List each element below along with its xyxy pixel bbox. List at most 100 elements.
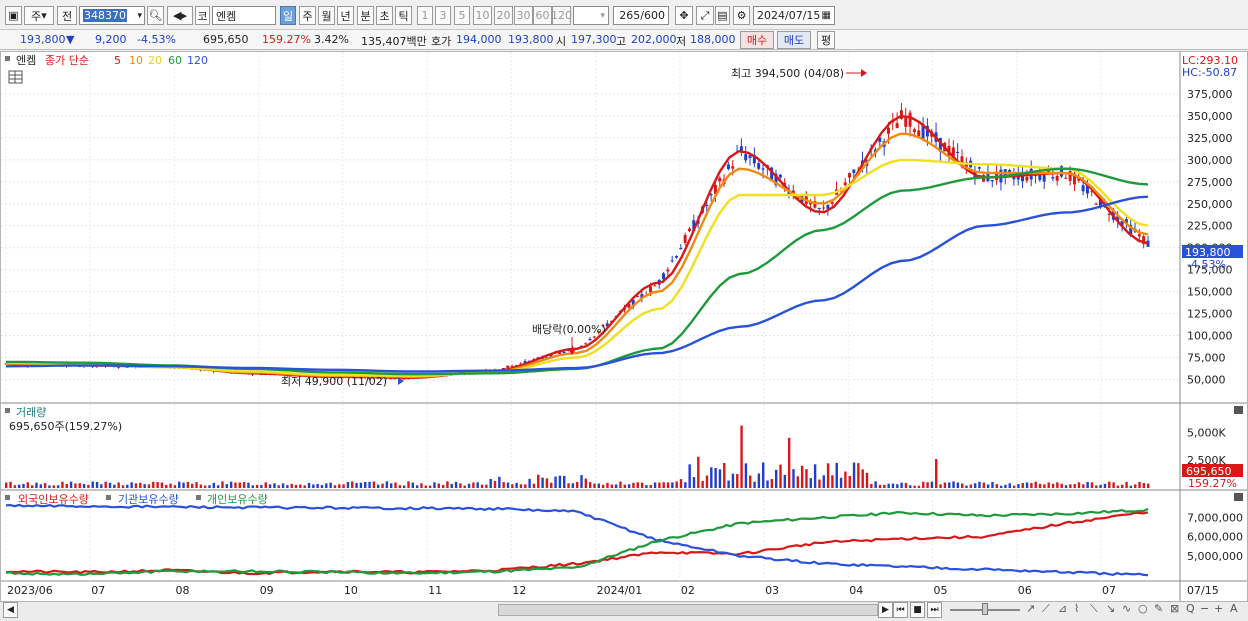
volume-bar	[178, 481, 181, 488]
volume-ratio: 159.27%	[262, 33, 311, 46]
candle-body	[912, 129, 916, 132]
fibonacci-icon[interactable]: ⌇	[1074, 602, 1079, 615]
volume-bar	[433, 482, 436, 488]
cycle-icon[interactable]: ∿	[1122, 602, 1131, 615]
interval-5[interactable]: 5	[454, 6, 470, 25]
volume-bar	[411, 482, 415, 488]
chart-svg[interactable]: 5,000K2,500K 7,000,0006,000,0005,000,000…	[1, 52, 1247, 601]
interval-60[interactable]: 60	[533, 6, 552, 25]
volume-bar	[1004, 484, 1007, 488]
high-annotation: 최고 394,500 (04/08)	[731, 67, 844, 80]
interval-input[interactable]: ▾	[573, 6, 609, 25]
period-year-tab[interactable]: 년	[337, 6, 354, 25]
high-label: 고	[616, 35, 627, 48]
period-second-tab[interactable]: 초	[376, 6, 393, 25]
draw-line-icon[interactable]: ↗	[1026, 602, 1035, 615]
buy-button[interactable]: 매수	[740, 31, 774, 49]
volume-bar	[1043, 484, 1046, 488]
volume-pane-close-icon[interactable]	[1234, 406, 1243, 414]
volume-bar	[1095, 485, 1098, 488]
interval-30[interactable]: 30	[514, 6, 533, 25]
scroll-right-icon[interactable]: ▶	[878, 602, 893, 618]
zoom-slider-handle[interactable]	[982, 603, 988, 615]
text-tool-icon[interactable]: A	[1230, 602, 1238, 615]
low-price: 188,000	[690, 33, 736, 46]
volume-bar	[1060, 483, 1063, 488]
type-dropdown[interactable]: 주 ▾	[24, 6, 54, 25]
volume-bar	[619, 481, 622, 488]
stop-icon[interactable]: ■	[910, 602, 925, 618]
first-page-icon[interactable]: ⏮	[893, 602, 908, 618]
volume-bar	[632, 482, 635, 488]
volume-bar	[922, 481, 925, 488]
volume-bar	[338, 484, 341, 488]
interval-1[interactable]: 1	[417, 6, 433, 25]
eval-button[interactable]: 평	[817, 31, 835, 49]
volume-bar	[424, 485, 427, 488]
volume-bar	[1108, 481, 1111, 488]
period-tick-tab[interactable]: 틱	[395, 6, 412, 25]
draw-tools-icon[interactable]: ⊿	[1058, 602, 1067, 615]
x-axis-label: 08	[175, 584, 189, 597]
crosshair-icon[interactable]: ✥	[675, 6, 693, 25]
draw-channel-icon[interactable]: ⟋	[1042, 602, 1050, 616]
type-label: 주	[31, 9, 42, 23]
volume-bar	[65, 484, 68, 488]
period-week-tab[interactable]: 주	[299, 6, 316, 25]
candle-body	[817, 207, 821, 209]
volume-pane-handle-icon[interactable]	[5, 408, 10, 413]
volume-bar	[839, 477, 843, 488]
date-input[interactable]: 2024/07/15 ▦	[753, 6, 835, 25]
chart-area[interactable]: 5,000K 2,500K 7,000,000 6,000,000 5,000,000…	[0, 51, 1248, 602]
volume-bar	[671, 482, 674, 488]
volume-bar	[818, 479, 821, 488]
window-menu-icon[interactable]: ▣	[5, 6, 22, 25]
settings-gear-icon[interactable]: ⚙	[733, 6, 750, 25]
price-legend-prefix: 종가 단순	[45, 54, 89, 67]
count-input[interactable]: 265/600	[613, 6, 669, 25]
prev-button[interactable]: 전	[57, 6, 77, 25]
sound-icon[interactable]: ◀▸	[167, 6, 193, 25]
x-axis-label: 02	[681, 584, 695, 597]
period-minute-tab[interactable]: 분	[357, 6, 374, 25]
zoom-minus-icon[interactable]: −	[1200, 602, 1209, 615]
volume-bar	[969, 484, 973, 488]
volume-bar	[260, 484, 263, 488]
interval-10[interactable]: 10	[473, 6, 492, 25]
price-y-tick: 125,000	[1187, 308, 1233, 321]
interval-3[interactable]: 3	[435, 6, 451, 25]
volume-bar	[480, 484, 484, 488]
scroll-thumb[interactable]	[498, 604, 878, 616]
search-icon[interactable]: 🔍︎	[147, 6, 164, 25]
brush-icon[interactable]: ✎	[1154, 602, 1163, 615]
scroll-left-icon[interactable]: ◀	[3, 602, 18, 618]
circle-tool-icon[interactable]: ○	[1138, 602, 1148, 615]
volume-bar	[78, 483, 81, 488]
interval-20[interactable]: 20	[494, 6, 513, 25]
save-icon[interactable]: ▤	[715, 6, 730, 25]
sell-button[interactable]: 매도	[777, 31, 811, 49]
zoom-plus-icon[interactable]: +	[1214, 602, 1223, 615]
trend-icon[interactable]: ⟍	[1090, 602, 1098, 616]
arrow-tool-icon[interactable]: ↘	[1106, 602, 1115, 615]
lock-icon[interactable]: ⊠	[1170, 602, 1179, 615]
holdings-pane-close-icon[interactable]	[1234, 493, 1243, 501]
volume-bar	[1116, 485, 1120, 488]
interval-120[interactable]: 120	[551, 6, 572, 25]
zoom-in-icon[interactable]: Q	[1186, 602, 1195, 615]
volume-bar	[191, 483, 194, 488]
volume-bar	[13, 485, 17, 488]
holdings-pane-handle-icon[interactable]	[5, 495, 10, 500]
code-input[interactable]: 348370 ▾	[79, 6, 145, 25]
volume-bar	[5, 482, 8, 488]
period-day-tab[interactable]: 일	[280, 6, 296, 25]
calendar-icon[interactable]: ▦	[822, 10, 831, 21]
volume-bar	[87, 484, 90, 488]
stock-name-field[interactable]: 엔켐	[212, 6, 276, 25]
period-month-tab[interactable]: 월	[318, 6, 335, 25]
volume-bar	[61, 481, 64, 488]
draw-tool-icon[interactable]: ⤢	[696, 6, 714, 25]
pane-handle-icon[interactable]	[5, 56, 10, 61]
volume-bar	[537, 474, 540, 488]
last-page-icon[interactable]: ⏭	[927, 602, 942, 618]
